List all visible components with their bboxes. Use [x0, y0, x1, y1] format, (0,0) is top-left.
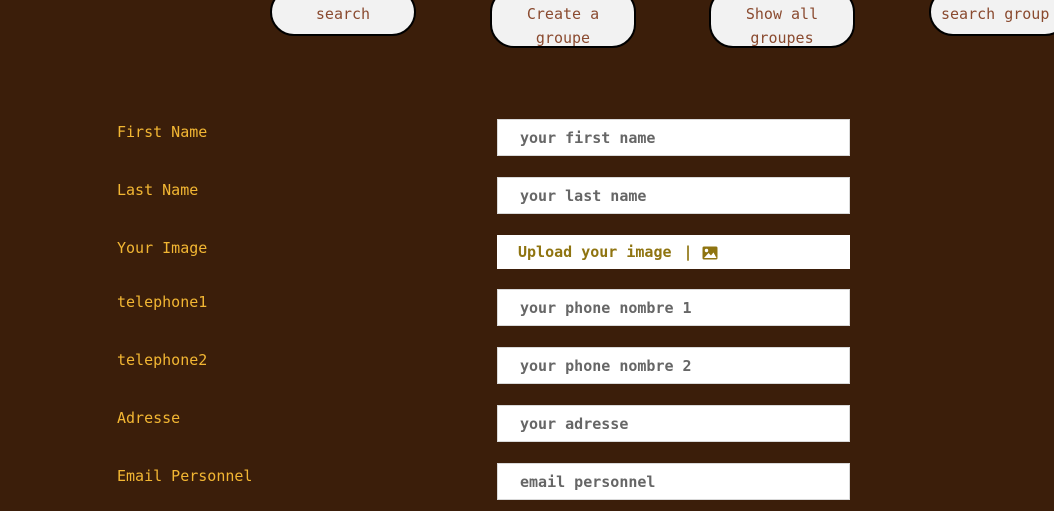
- adresse-input[interactable]: [497, 405, 850, 442]
- telephone1-label: telephone1: [117, 293, 208, 311]
- image-upload-button[interactable]: Upload your image |: [497, 235, 850, 269]
- adresse-label: Adresse: [117, 409, 181, 427]
- telephone2-label: telephone2: [117, 351, 208, 369]
- last-name-input[interactable]: [497, 177, 850, 214]
- telephone2-input[interactable]: [497, 347, 850, 384]
- email-input[interactable]: [497, 463, 850, 500]
- search-group-button[interactable]: search group: [929, 0, 1054, 36]
- show-all-groups-button[interactable]: Show all groupes: [709, 0, 855, 48]
- search-button[interactable]: search: [270, 0, 416, 36]
- create-group-button[interactable]: Create a groupe: [490, 0, 636, 48]
- upload-image-text: Upload your image: [518, 243, 672, 261]
- upload-separator: |: [683, 243, 693, 261]
- email-label: Email Personnel: [117, 467, 253, 485]
- last-name-label: Last Name: [117, 181, 199, 199]
- telephone1-input[interactable]: [497, 289, 850, 326]
- image-icon: [702, 245, 718, 260]
- image-label: Your Image: [117, 239, 208, 257]
- first-name-input[interactable]: [497, 119, 850, 156]
- first-name-label: First Name: [117, 123, 208, 141]
